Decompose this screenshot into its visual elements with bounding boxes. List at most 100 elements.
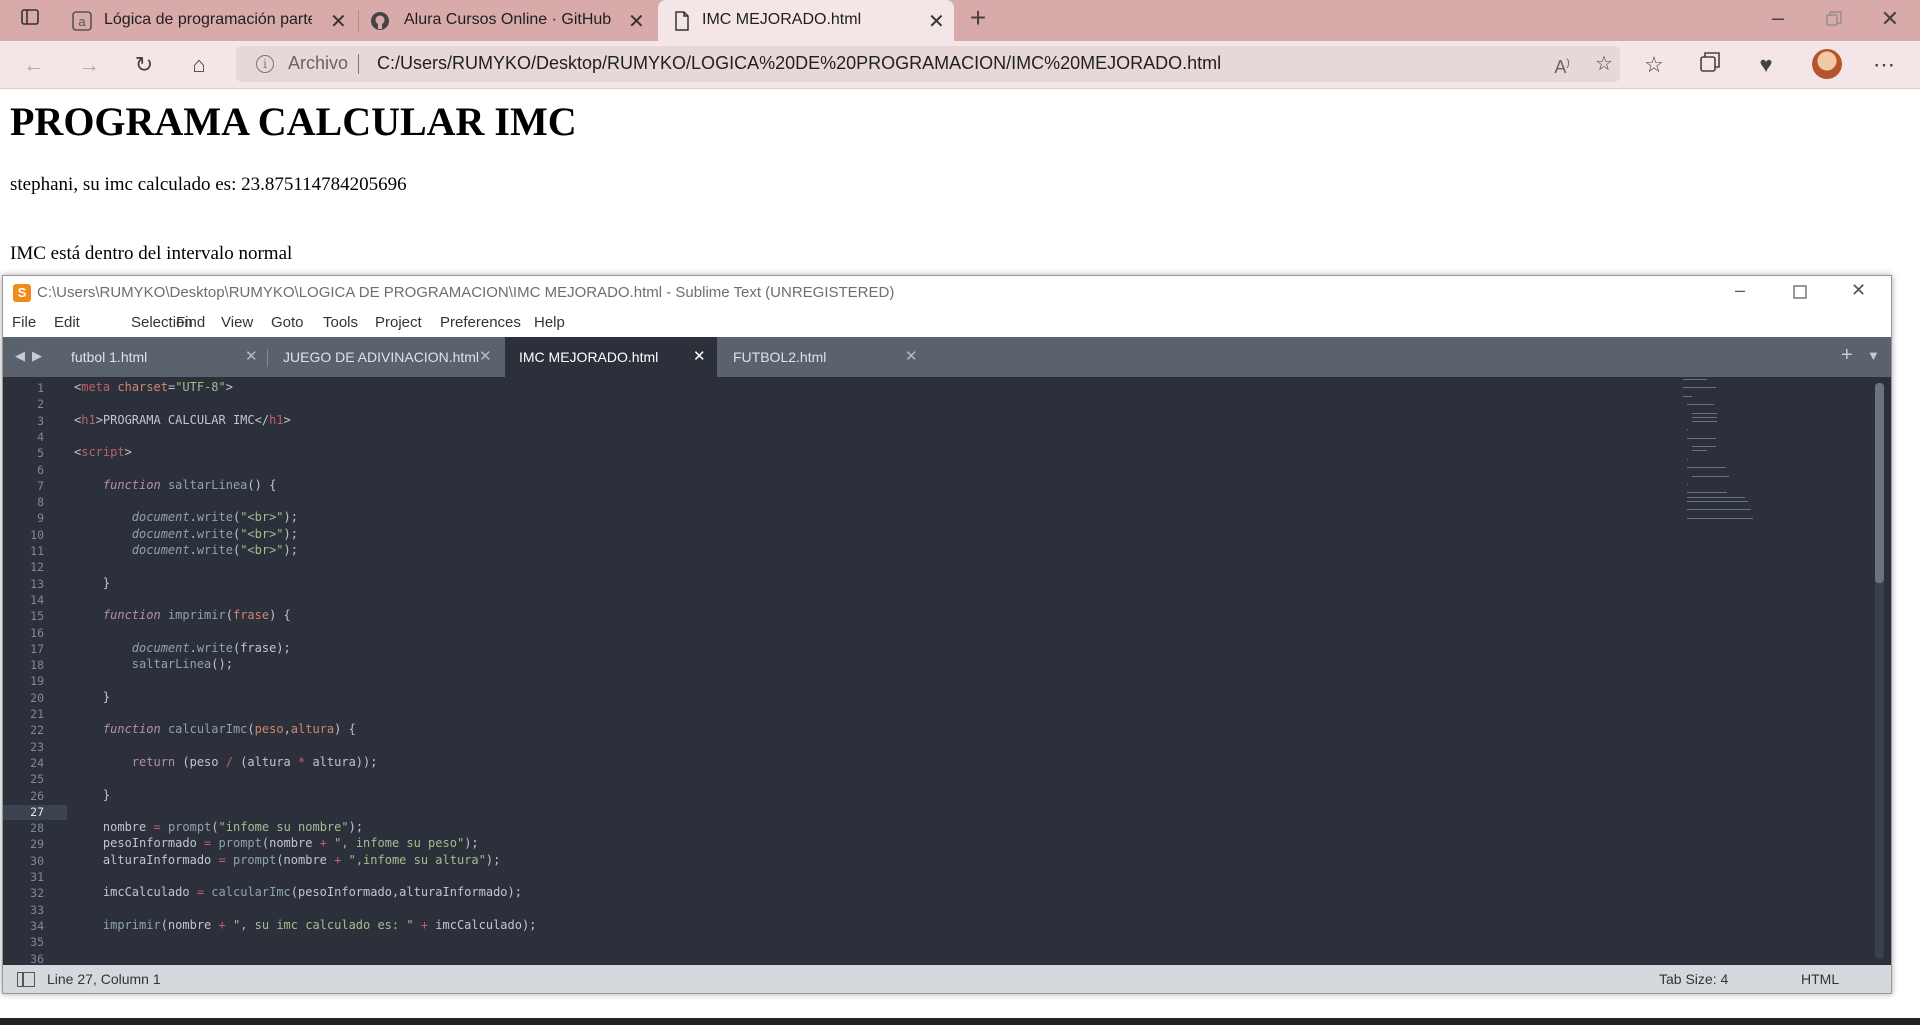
line-number: 16 bbox=[30, 625, 44, 640]
code-line: function imprimir(frase) { bbox=[102, 608, 291, 623]
restore-icon[interactable] bbox=[1820, 6, 1848, 34]
close-tab-icon[interactable]: ✕ bbox=[330, 9, 347, 34]
cursor-position: Line 27, Column 1 bbox=[47, 971, 161, 987]
home-icon[interactable]: ⌂ bbox=[185, 51, 213, 79]
minimap-line bbox=[1691, 412, 1718, 414]
minimap-line bbox=[1687, 492, 1727, 494]
browser-tab-imc[interactable]: IMC MEJORADO.html ✕ bbox=[658, 0, 954, 41]
read-aloud-icon[interactable]: A) bbox=[1548, 50, 1576, 78]
menu-goto[interactable]: Goto bbox=[271, 314, 304, 331]
line-number: 29 bbox=[30, 837, 44, 852]
back-icon[interactable]: ← bbox=[20, 51, 48, 79]
menu-view[interactable]: View bbox=[221, 314, 253, 331]
line-number: 22 bbox=[30, 723, 44, 738]
minimize-icon[interactable]: – bbox=[1735, 280, 1745, 301]
close-tab-icon[interactable]: ✕ bbox=[628, 9, 645, 34]
taskbar-edge bbox=[0, 1018, 1920, 1025]
code-line: function calcularImc(peso,altura) { bbox=[102, 722, 356, 737]
line-number: 19 bbox=[30, 674, 44, 689]
line-number: 25 bbox=[30, 772, 44, 787]
minimap-line bbox=[1687, 517, 1754, 519]
code-line: alturaInformado = prompt(nombre + ",info… bbox=[74, 852, 501, 867]
document-icon bbox=[672, 11, 692, 31]
tab-label: futbol 1.html bbox=[71, 349, 148, 365]
minimap-line bbox=[1687, 429, 1689, 431]
vertical-scrollbar[interactable] bbox=[1875, 383, 1884, 959]
line-number-gutter: 1 2 3 4 5 6 7 8 9 10 11 12 13 14 15 16 17 18 19 20 21 22 23 24 2… bbox=[3, 377, 67, 965]
scrollbar-thumb[interactable] bbox=[1875, 383, 1884, 583]
line-number: 17 bbox=[30, 641, 44, 656]
menu-preferences[interactable]: Preferences bbox=[440, 314, 521, 331]
info-icon[interactable]: i bbox=[256, 55, 274, 73]
code-line: pesoInformado = prompt(nombre + ", infom… bbox=[74, 836, 479, 851]
code-line: document.write("<br>"); bbox=[131, 510, 298, 525]
close-tab-icon[interactable]: ✕ bbox=[905, 347, 918, 365]
line-number: 34 bbox=[30, 918, 44, 933]
toggle-panel-icon[interactable] bbox=[17, 972, 35, 987]
minimap-line bbox=[1687, 496, 1745, 498]
address-bar[interactable]: i Archivo C:/Users/RUMYKO/Desktop/RUMYKO… bbox=[236, 46, 1620, 82]
menu-find[interactable]: Find bbox=[176, 314, 205, 331]
menu-project[interactable]: Project bbox=[375, 314, 422, 331]
minimap[interactable] bbox=[1683, 379, 1763, 549]
add-favorite-icon[interactable]: ☆ bbox=[1590, 50, 1618, 78]
browser-tab-title: Alura Cursos Online · GitHub bbox=[404, 11, 612, 28]
sublime-tab-futbol1[interactable]: futbol 1.html ✕ bbox=[57, 337, 267, 377]
refresh-icon[interactable]: ↻ bbox=[130, 51, 158, 79]
tab-divider bbox=[358, 10, 359, 32]
tab-scroll-left-icon[interactable]: ◀ bbox=[15, 348, 25, 364]
code-editor[interactable]: 1 2 3 4 5 6 7 8 9 10 11 12 13 14 15 16 17 18 19 20 21 22 23 24 2… bbox=[3, 377, 1891, 965]
avatar[interactable] bbox=[1812, 49, 1842, 79]
line-number: 11 bbox=[30, 544, 44, 558]
minimap-line bbox=[1691, 475, 1730, 477]
line-number: 5 bbox=[37, 446, 44, 461]
syntax-setting[interactable]: HTML bbox=[1801, 971, 1839, 987]
close-tab-icon[interactable]: ✕ bbox=[693, 347, 706, 365]
new-tab-icon[interactable]: + bbox=[1841, 344, 1853, 367]
line-number: 35 bbox=[30, 935, 44, 950]
sublime-tab-futbol2[interactable]: FUTBOL2.html ✕ bbox=[719, 337, 929, 377]
more-menu-icon[interactable]: ⋯ bbox=[1870, 51, 1898, 79]
menu-tools[interactable]: Tools bbox=[323, 314, 358, 331]
code-line: document.write("<br>"); bbox=[131, 526, 298, 541]
tab-list-icon[interactable]: ▼ bbox=[1867, 348, 1880, 363]
line-number: 15 bbox=[30, 609, 44, 624]
minimap-line bbox=[1691, 450, 1708, 452]
sublime-menu-bar: File Edit Selection Find View Goto Tools… bbox=[3, 308, 1891, 337]
sublime-tab-imc[interactable]: IMC MEJORADO.html ✕ bbox=[505, 337, 717, 377]
line-number: 27 bbox=[30, 804, 44, 819]
close-tab-icon[interactable]: ✕ bbox=[928, 9, 945, 34]
favorites-icon[interactable]: ☆ bbox=[1640, 51, 1668, 79]
minimap-line bbox=[1687, 458, 1689, 460]
menu-edit[interactable]: Edit bbox=[54, 314, 80, 331]
tab-label: IMC MEJORADO.html bbox=[519, 349, 659, 365]
url-text[interactable]: C:/Users/RUMYKO/Desktop/RUMYKO/LOGICA%20… bbox=[377, 53, 1221, 74]
maximize-icon[interactable] bbox=[1793, 283, 1807, 304]
health-icon[interactable]: ♥ bbox=[1752, 51, 1780, 79]
code-line: } bbox=[74, 689, 111, 704]
tab-actions-icon[interactable] bbox=[16, 6, 44, 34]
sublime-tab-juego[interactable]: JUEGO DE ADIVINACION.html ✕ bbox=[269, 337, 505, 377]
code-line: } bbox=[74, 787, 111, 802]
forward-icon[interactable]: → bbox=[75, 51, 103, 79]
collections-icon[interactable] bbox=[1696, 51, 1724, 79]
new-tab-button[interactable]: + bbox=[964, 4, 992, 32]
browser-tab-alura[interactable]: a Lógica de programación parte 2: ✕ bbox=[60, 0, 356, 41]
line-number: 2 bbox=[37, 397, 44, 412]
line-number: 21 bbox=[30, 707, 44, 721]
line-number: 24 bbox=[30, 755, 44, 770]
close-window-icon[interactable]: ✕ bbox=[1851, 280, 1866, 301]
close-window-icon[interactable]: ✕ bbox=[1876, 5, 1904, 33]
close-tab-icon[interactable]: ✕ bbox=[245, 347, 258, 365]
minimap-line bbox=[1687, 500, 1748, 502]
code-line: imprimir(nombre + ", su imc calculado es… bbox=[102, 917, 537, 932]
browser-tab-github[interactable]: Alura Cursos Online · GitHub ✕ bbox=[360, 0, 656, 41]
tab-label: FUTBOL2.html bbox=[733, 349, 827, 365]
tab-scroll-right-icon[interactable]: ▶ bbox=[32, 348, 42, 364]
menu-help[interactable]: Help bbox=[534, 314, 565, 331]
minimap-line bbox=[1687, 509, 1752, 511]
minimize-icon[interactable]: – bbox=[1764, 4, 1792, 32]
tab-size-setting[interactable]: Tab Size: 4 bbox=[1659, 971, 1728, 987]
menu-file[interactable]: File bbox=[12, 314, 36, 331]
close-tab-icon[interactable]: ✕ bbox=[479, 347, 492, 365]
